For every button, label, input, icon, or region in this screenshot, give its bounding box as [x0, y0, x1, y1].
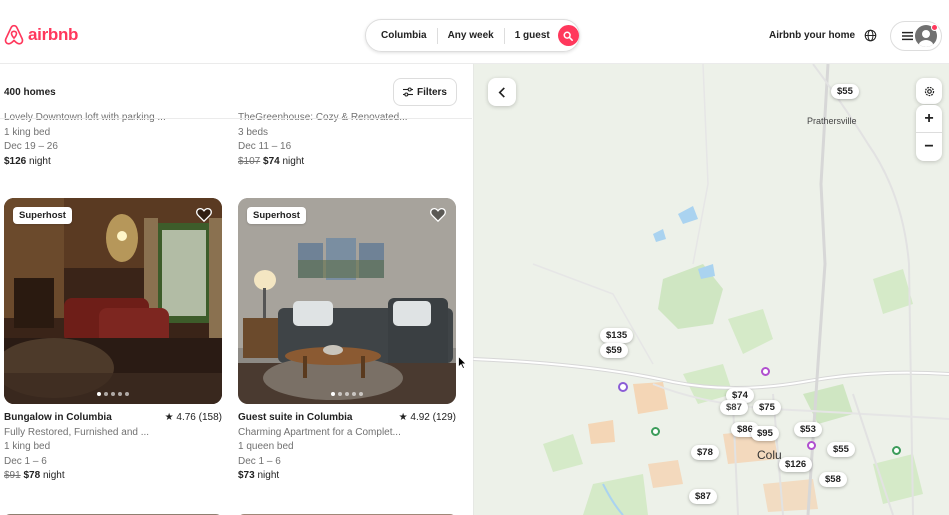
airbnb-your-home-link[interactable]: Airbnb your home: [769, 30, 855, 41]
mouse-cursor-icon: [458, 356, 467, 369]
map-zoom-controls: + −: [916, 105, 942, 161]
price-pin[interactable]: $58: [819, 472, 847, 487]
listing-beds: 1 king bed: [4, 441, 51, 452]
listing-rating: ★ 4.92 (129): [398, 412, 456, 423]
poi-marker[interactable]: [618, 382, 628, 392]
listings-pane: 400 homes Filters Lovely Downtown loft w…: [0, 64, 472, 515]
filters-button[interactable]: Filters: [393, 78, 457, 106]
chevron-left-icon: [498, 86, 505, 98]
listing-title: Guest suite in Columbia: [238, 412, 353, 423]
price-pin[interactable]: $59: [600, 343, 628, 358]
poi-marker[interactable]: [892, 446, 901, 455]
search-icon: [563, 30, 574, 41]
header-divider: [0, 118, 472, 119]
listing-title-row: Guest suite in Columbia ★ 4.92 (129): [238, 411, 456, 426]
zoom-in-button[interactable]: +: [916, 105, 942, 133]
search-bar[interactable]: Columbia Any week 1 guest: [365, 19, 580, 52]
map-settings-button[interactable]: [916, 78, 942, 104]
photo-carousel-dots[interactable]: [97, 392, 129, 396]
gear-icon: [924, 86, 934, 96]
heart-icon[interactable]: [430, 207, 446, 222]
price-unit: night: [29, 155, 51, 167]
listing-card[interactable]: TheGreenhouse: Cozy & Renovated... 3 bed…: [238, 111, 458, 169]
price-unit: night: [282, 155, 305, 167]
superhost-badge: Superhost: [247, 207, 306, 224]
listing-subtitle: Fully Restored, Furnished and ...: [4, 426, 150, 438]
listing-price: $73 night: [238, 469, 456, 484]
poi-marker[interactable]: [651, 427, 660, 436]
listing-price: $91 $78 night: [4, 469, 222, 484]
price-pin[interactable]: $75: [753, 400, 781, 415]
map-town-label: Prathersville: [807, 116, 857, 126]
price-unit: night: [42, 470, 65, 481]
user-menu-button[interactable]: [890, 21, 942, 51]
listing-photo[interactable]: Superhost: [238, 198, 456, 404]
zoom-out-button[interactable]: −: [916, 133, 942, 161]
filters-icon: [402, 87, 413, 97]
price-pin[interactable]: $78: [691, 445, 719, 460]
search-button[interactable]: [557, 25, 579, 46]
airbnb-logo-icon: [4, 24, 24, 45]
hamburger-icon: [902, 31, 913, 41]
living-room-photo: [238, 198, 456, 404]
top-header: airbnb Columbia Any week 1 guest Airbnb …: [0, 0, 949, 64]
globe-icon[interactable]: [864, 29, 877, 42]
listing-beds: 1 king bed: [4, 126, 51, 138]
price-pin[interactable]: $55: [831, 84, 859, 99]
filters-label: Filters: [416, 86, 447, 98]
search-dates[interactable]: Any week: [438, 27, 505, 44]
price-pin[interactable]: $87: [720, 400, 748, 415]
brand-name: airbnb: [28, 25, 79, 44]
price-pin[interactable]: $55: [827, 442, 855, 457]
listing-dates: Dec 1 – 6: [4, 455, 47, 467]
original-price: $107: [238, 155, 261, 167]
listing-dates: Dec 1 – 6: [238, 455, 281, 467]
price-pin[interactable]: $126: [779, 457, 813, 472]
photo-carousel-dots[interactable]: [331, 392, 363, 396]
map-back-button[interactable]: [488, 78, 516, 106]
original-price: $91: [4, 470, 21, 481]
homes-count: 400 homes: [4, 87, 56, 98]
listing-subtitle: Charming Apartment for a Complet...: [238, 426, 401, 438]
price-pin[interactable]: $135: [600, 328, 634, 343]
price-value: $78: [23, 470, 41, 481]
minus-icon: −: [924, 138, 934, 155]
notification-dot: [931, 24, 938, 31]
heart-icon[interactable]: [196, 207, 212, 222]
listing-card[interactable]: Bungalow in Columbia ★ 4.76 (158) Fully …: [4, 411, 222, 484]
price-pin[interactable]: $53: [794, 422, 822, 437]
price-pin[interactable]: $95: [751, 426, 779, 441]
price-value: $74: [263, 155, 280, 167]
superhost-badge: Superhost: [13, 207, 72, 224]
listing-beds: 1 queen bed: [238, 441, 294, 452]
price-unit: night: [257, 470, 280, 481]
airbnb-logo[interactable]: airbnb: [4, 24, 78, 46]
map-panel[interactable]: + − Prathersville Colu $55 $135 $59 $74 …: [473, 64, 949, 515]
listing-card[interactable]: Guest suite in Columbia ★ 4.92 (129) Cha…: [238, 411, 456, 484]
price-value: $126: [4, 155, 27, 167]
plus-icon: +: [924, 109, 934, 127]
map-city-label: Colu: [757, 448, 782, 462]
poi-marker[interactable]: [761, 367, 770, 376]
price-pin[interactable]: $87: [689, 489, 717, 504]
poi-marker[interactable]: [807, 441, 816, 450]
listing-dates: Dec 19 – 26: [4, 141, 58, 152]
listing-title-row: Bungalow in Columbia ★ 4.76 (158): [4, 411, 222, 426]
listing-card[interactable]: Lovely Downtown loft with parking ... 1 …: [4, 111, 224, 169]
price-value: $73: [238, 470, 255, 481]
listing-beds: 3 beds: [238, 126, 269, 138]
listing-price: $126 night: [4, 155, 224, 170]
search-location[interactable]: Columbia: [366, 27, 438, 44]
living-room-photo: [4, 198, 222, 404]
listing-photo[interactable]: Superhost: [4, 198, 222, 404]
listing-rating: ★ 4.76 (158): [164, 412, 222, 423]
listing-title: Bungalow in Columbia: [4, 412, 112, 423]
listing-price: $107 $74 night: [238, 155, 458, 170]
search-guests[interactable]: 1 guest: [505, 28, 556, 44]
listing-dates: Dec 11 – 16: [238, 141, 292, 152]
